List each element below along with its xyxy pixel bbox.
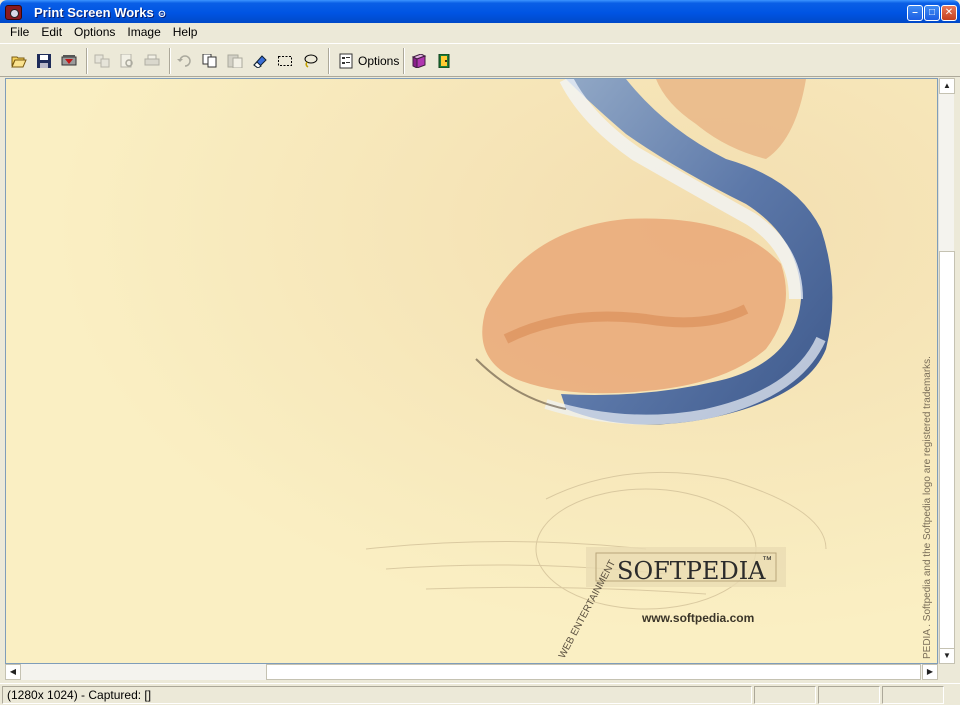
book-icon [411, 54, 427, 68]
eraser-button[interactable] [250, 51, 270, 71]
copy-to-button[interactable] [92, 51, 112, 71]
save-icon [37, 54, 51, 68]
status-pane-4 [882, 686, 944, 704]
copy-icon [202, 54, 217, 68]
options-icon [339, 53, 353, 69]
undo-icon [177, 55, 191, 67]
print-preview-button[interactable] [117, 51, 137, 71]
save-button[interactable] [34, 51, 54, 71]
window-title-label: Print Screen Works [34, 5, 154, 20]
open-folder-icon [11, 56, 27, 68]
toolbar-separator [403, 48, 405, 74]
close-button[interactable]: ✕ [941, 5, 957, 21]
print-preview-icon [120, 54, 133, 68]
title-badge-icon: ⊝ [157, 9, 167, 20]
menu-file[interactable]: File [4, 23, 35, 42]
horizontal-scrollbar[interactable]: ◀ ▶ [5, 664, 938, 680]
open-button[interactable] [9, 51, 29, 71]
maximize-button[interactable]: □ [924, 5, 940, 21]
menu-image[interactable]: Image [121, 23, 166, 42]
window-title: Print Screen Works ⊝ [34, 5, 166, 20]
menu-bar: File Edit Options Image Help [0, 23, 960, 42]
vertical-scrollbar[interactable]: ▲ ▼ [938, 78, 955, 664]
captured-image: SOFTPEDIA ™ www.softpedia.com WEB ENTERT… [6, 79, 937, 663]
print-icon [144, 54, 160, 66]
rect-select-button[interactable] [275, 51, 295, 71]
copy-to-icon [94, 54, 110, 68]
eraser-icon [253, 55, 267, 68]
toolbar: Options [0, 43, 960, 77]
copy-button[interactable] [200, 51, 220, 71]
toolbar-separator [328, 48, 330, 74]
menu-options[interactable]: Options [68, 23, 121, 42]
menu-help[interactable]: Help [167, 23, 204, 42]
toolbar-separator [169, 48, 171, 74]
scroll-right-icon[interactable]: ▶ [922, 664, 938, 680]
exit-button[interactable] [434, 51, 454, 71]
paste-button[interactable] [225, 51, 245, 71]
minimize-button[interactable]: – [907, 5, 923, 21]
status-info: (1280x 1024) - Captured: [] [2, 686, 752, 704]
app-camera-icon[interactable] [5, 5, 22, 20]
lasso-button[interactable] [300, 51, 320, 71]
options-button[interactable]: Options [334, 50, 400, 72]
options-button-label: Options [358, 54, 400, 68]
status-pane-2 [754, 686, 816, 704]
scroll-down-icon[interactable]: ▼ [939, 648, 955, 664]
horizontal-scroll-thumb[interactable] [266, 664, 921, 680]
menu-edit[interactable]: Edit [35, 23, 68, 42]
vertical-scroll-thumb[interactable] [939, 251, 955, 649]
status-bar: (1280x 1024) - Captured: [] [0, 683, 960, 705]
softpedia-logo-tm: ™ [762, 555, 772, 566]
softpedia-logo-text: SOFTPEDIA [617, 557, 766, 585]
scroll-left-icon[interactable]: ◀ [5, 664, 21, 680]
exit-door-icon [438, 54, 450, 68]
image-canvas[interactable]: SOFTPEDIA ™ www.softpedia.com WEB ENTERT… [5, 78, 938, 664]
rect-select-icon [278, 56, 292, 66]
status-pane-3 [818, 686, 880, 704]
help-book-button[interactable] [409, 51, 429, 71]
capture-button[interactable] [59, 51, 79, 71]
scroll-up-icon[interactable]: ▲ [939, 78, 955, 94]
paste-icon [227, 54, 243, 68]
side-trademark-text: PEDIA . Softpedia and the Softpedia logo… [922, 356, 933, 659]
undo-button[interactable] [175, 51, 195, 71]
print-button[interactable] [142, 51, 162, 71]
capture-icon [61, 55, 77, 66]
toolbar-separator [86, 48, 88, 74]
lasso-icon [304, 54, 318, 68]
softpedia-url-text: www.softpedia.com [641, 611, 754, 625]
